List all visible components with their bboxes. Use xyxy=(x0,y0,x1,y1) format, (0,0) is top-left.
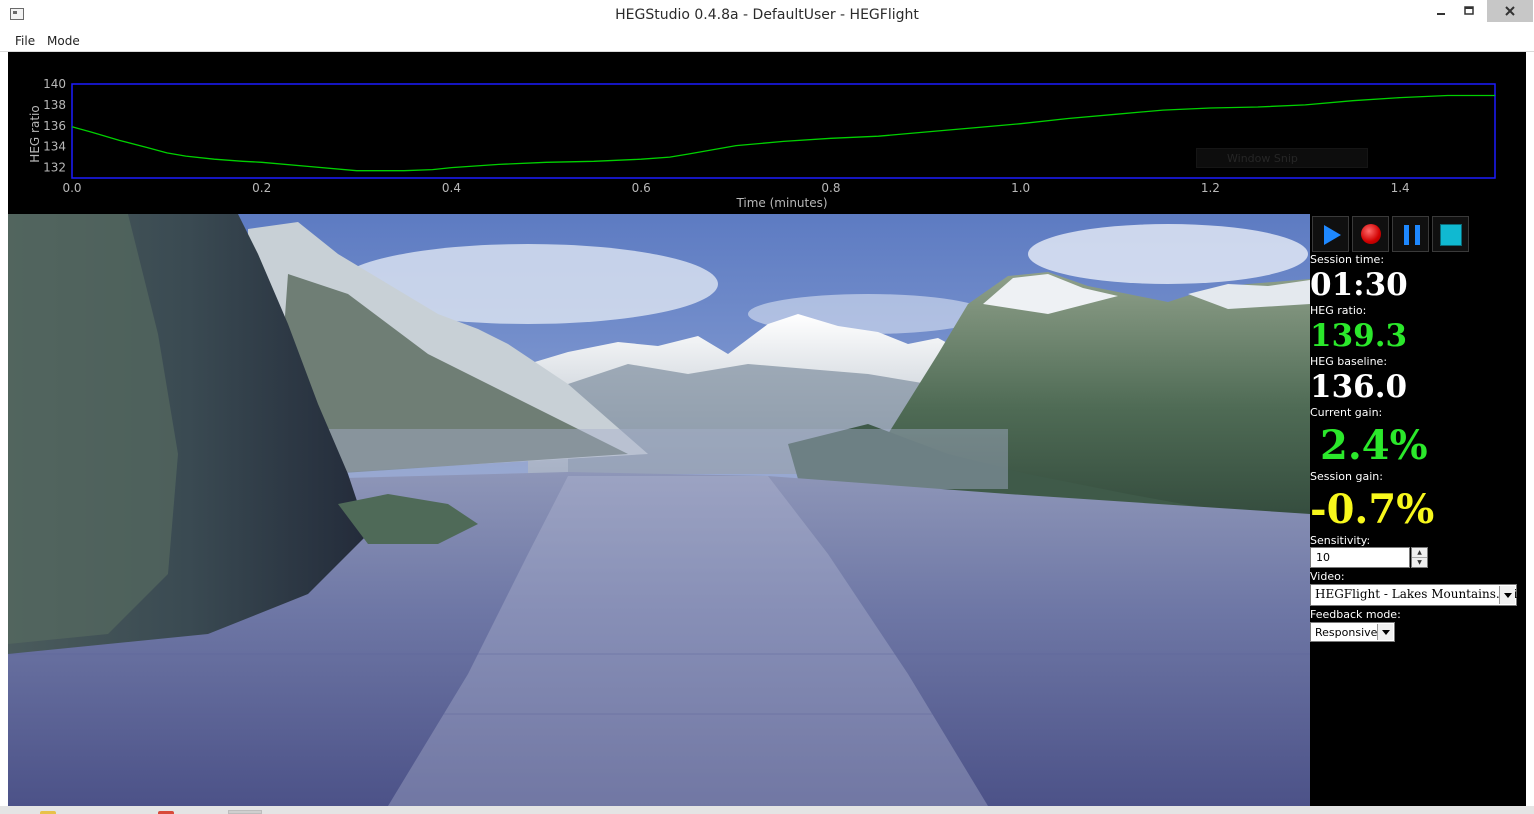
menu-mode[interactable]: Mode xyxy=(47,34,80,48)
chart-x-tick-label: 0.4 xyxy=(442,181,461,195)
record-button[interactable] xyxy=(1352,216,1389,252)
session-time-value: 01:30 xyxy=(1310,267,1408,303)
sensitivity-stepper[interactable]: ▲ ▼ xyxy=(1411,547,1428,568)
taskbar-edge xyxy=(0,806,1534,814)
feedback-mode-label: Feedback mode: xyxy=(1310,608,1401,621)
minimize-icon xyxy=(1437,13,1445,15)
pause-button[interactable] xyxy=(1392,216,1429,252)
chart-x-axis-label: Time (minutes) xyxy=(735,196,827,210)
session-time-label: Session time: xyxy=(1310,253,1385,266)
sensitivity-label: Sensitivity: xyxy=(1310,534,1371,547)
chart-y-tick-label: 136 xyxy=(43,119,66,133)
play-button[interactable] xyxy=(1312,216,1349,252)
sensitivity-input[interactable]: 10 xyxy=(1310,547,1410,568)
close-button[interactable] xyxy=(1487,0,1533,22)
pause-icon xyxy=(1404,225,1420,245)
maximize-button[interactable] xyxy=(1452,0,1486,22)
chart-x-tick-label: 0.8 xyxy=(821,181,840,195)
chart-y-tick-label: 132 xyxy=(43,161,66,175)
taskbar-window-icon[interactable] xyxy=(228,810,262,814)
chart-svg: 132 134 136 138 140 0.0 0.2 0.4 0.6 0.8 1.0 1.2 1.4… xyxy=(28,77,1496,210)
feedback-mode-select[interactable]: Responsive xyxy=(1310,622,1395,642)
stop-button[interactable] xyxy=(1432,216,1469,252)
video-select-value: HEGFlight - Lakes Mountains.avi xyxy=(1315,587,1518,601)
session-gain-value: -0.7% xyxy=(1310,486,1435,533)
close-icon xyxy=(1505,6,1515,16)
chart-y-tick-label: 138 xyxy=(43,98,66,112)
session-gain-label: Session gain: xyxy=(1310,470,1383,483)
chart-x-tick-label: 0.0 xyxy=(62,181,81,195)
video-feedback xyxy=(8,214,1310,806)
chart-y-tick-label: 140 xyxy=(43,77,66,91)
stepper-down-icon[interactable]: ▼ xyxy=(1412,558,1427,567)
heg-ratio-label: HEG ratio: xyxy=(1310,304,1367,317)
title-bar: HEGStudio 0.4.8a - DefaultUser - HEGFlig… xyxy=(0,0,1534,31)
menu-bar: File Mode xyxy=(0,30,1534,52)
heg-ratio-chart: 132 134 136 138 140 0.0 0.2 0.4 0.6 0.8 1.0 1.2 1.4… xyxy=(8,52,1526,214)
chevron-down-icon[interactable] xyxy=(1377,624,1393,640)
lake-mountains-scene xyxy=(8,214,1310,806)
chart-x-tick-label: 0.2 xyxy=(252,181,271,195)
stop-icon xyxy=(1440,224,1462,246)
chart-y-tick-label: 134 xyxy=(43,140,66,154)
heg-ratio-value: 139.3 xyxy=(1310,318,1408,354)
play-icon xyxy=(1324,225,1341,245)
chevron-down-icon[interactable] xyxy=(1499,586,1515,604)
maximize-icon xyxy=(1464,6,1474,15)
window-snip-overlay: Window Snip xyxy=(1196,148,1368,168)
main-area: 132 134 136 138 140 0.0 0.2 0.4 0.6 0.8 1.0 1.2 1.4… xyxy=(8,52,1526,806)
stepper-up-icon[interactable]: ▲ xyxy=(1412,548,1427,558)
session-panel: Session time: 01:30 HEG ratio: 139.3 HEG… xyxy=(1310,214,1526,806)
heg-baseline-label: HEG baseline: xyxy=(1310,355,1388,368)
video-label: Video: xyxy=(1310,570,1345,583)
chart-x-tick-label: 0.6 xyxy=(632,181,651,195)
chart-y-axis-label: HEG ratio xyxy=(28,105,42,162)
menu-file[interactable]: File xyxy=(15,34,35,48)
current-gain-value: 2.4% xyxy=(1320,422,1428,469)
feedback-mode-value: Responsive xyxy=(1315,626,1378,639)
window-title: HEGStudio 0.4.8a - DefaultUser - HEGFlig… xyxy=(615,7,919,23)
chart-x-tick-label: 1.4 xyxy=(1391,181,1410,195)
current-gain-label: Current gain: xyxy=(1310,406,1383,419)
heg-baseline-value: 136.0 xyxy=(1310,369,1408,405)
chart-x-tick-label: 1.2 xyxy=(1201,181,1220,195)
video-select[interactable]: HEGFlight - Lakes Mountains.avi xyxy=(1310,584,1517,606)
record-icon xyxy=(1361,224,1381,244)
chart-x-tick-label: 1.0 xyxy=(1011,181,1030,195)
